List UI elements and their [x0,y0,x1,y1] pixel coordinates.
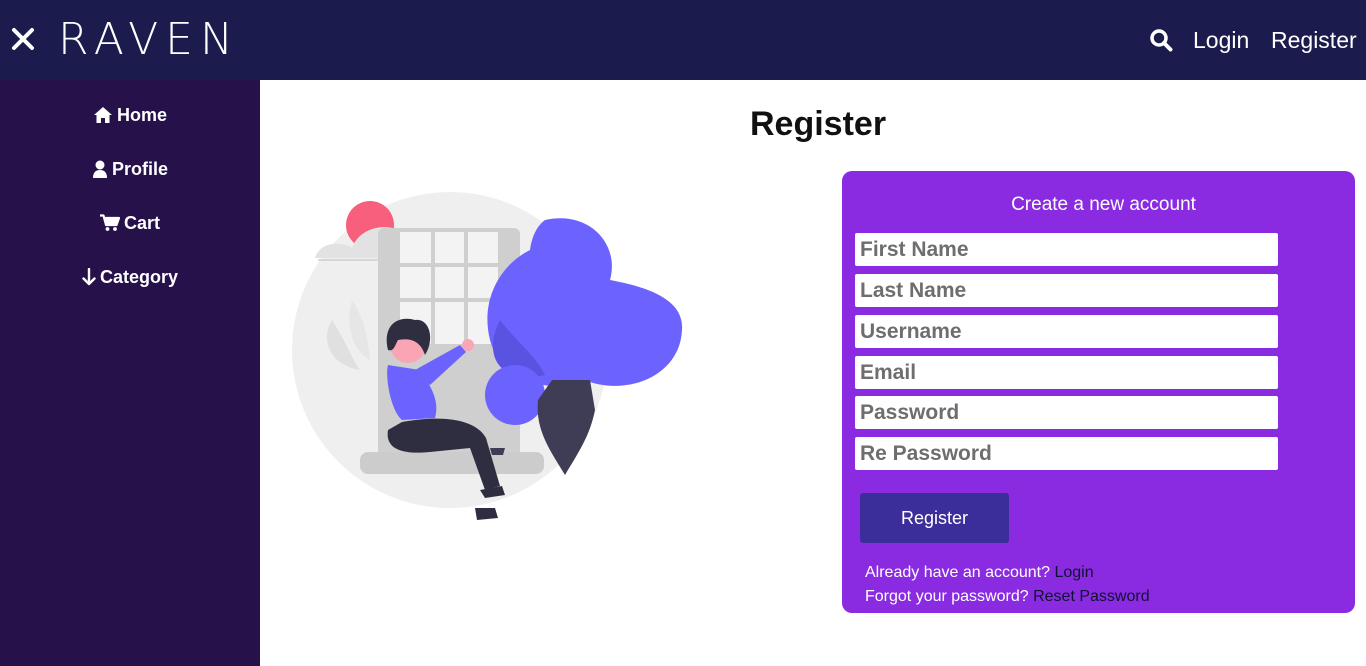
register-form-card: Create a new account Register Already ha… [842,171,1355,613]
sidebar-item-label: Cart [123,212,160,233]
sidebar-item-profile[interactable]: Profile [0,157,260,181]
login-prompt-text: Already have an account? [865,564,1051,581]
cart-icon [99,214,120,231]
re-password-field[interactable] [855,437,1278,470]
sidebar-item-label: Home [116,104,167,125]
top-navbar: RAVEN Login Register [0,0,1366,80]
brand-logo[interactable]: RAVEN [58,14,240,66]
first-name-field[interactable] [855,233,1278,266]
close-icon [12,28,34,50]
last-name-field[interactable] [855,274,1278,307]
login-link[interactable]: Login [1054,564,1093,581]
sidebar-item-label: Profile [111,158,168,179]
register-illustration [292,192,683,520]
arrow-down-icon [82,268,96,286]
reset-prompt-text: Forgot your password? [865,588,1029,605]
form-heading: Create a new account [1011,194,1196,215]
nav-login-link[interactable]: Login [1193,26,1249,54]
user-icon [92,160,107,178]
email-field[interactable] [855,356,1278,389]
register-button[interactable]: Register [860,493,1009,543]
close-menu-button[interactable] [10,26,36,52]
reset-prompt-line: Forgot your password? Reset Password [865,587,1150,607]
home-icon [93,107,112,123]
reset-password-link[interactable]: Reset Password [1033,588,1150,605]
nav-register-link[interactable]: Register [1271,26,1357,54]
login-prompt-line: Already have an account? Login [865,563,1094,583]
sidebar-item-category[interactable]: Category [0,265,260,289]
search-button[interactable] [1149,28,1173,52]
sidebar-item-home[interactable]: Home [0,103,260,127]
password-field[interactable] [855,396,1278,429]
sidebar-item-cart[interactable]: Cart [0,211,260,235]
username-field[interactable] [855,315,1278,348]
search-icon [1150,29,1173,52]
sidebar: Home Profile Cart Category [0,80,260,666]
sidebar-item-label: Category [99,266,179,287]
page-title: Register [750,105,887,143]
